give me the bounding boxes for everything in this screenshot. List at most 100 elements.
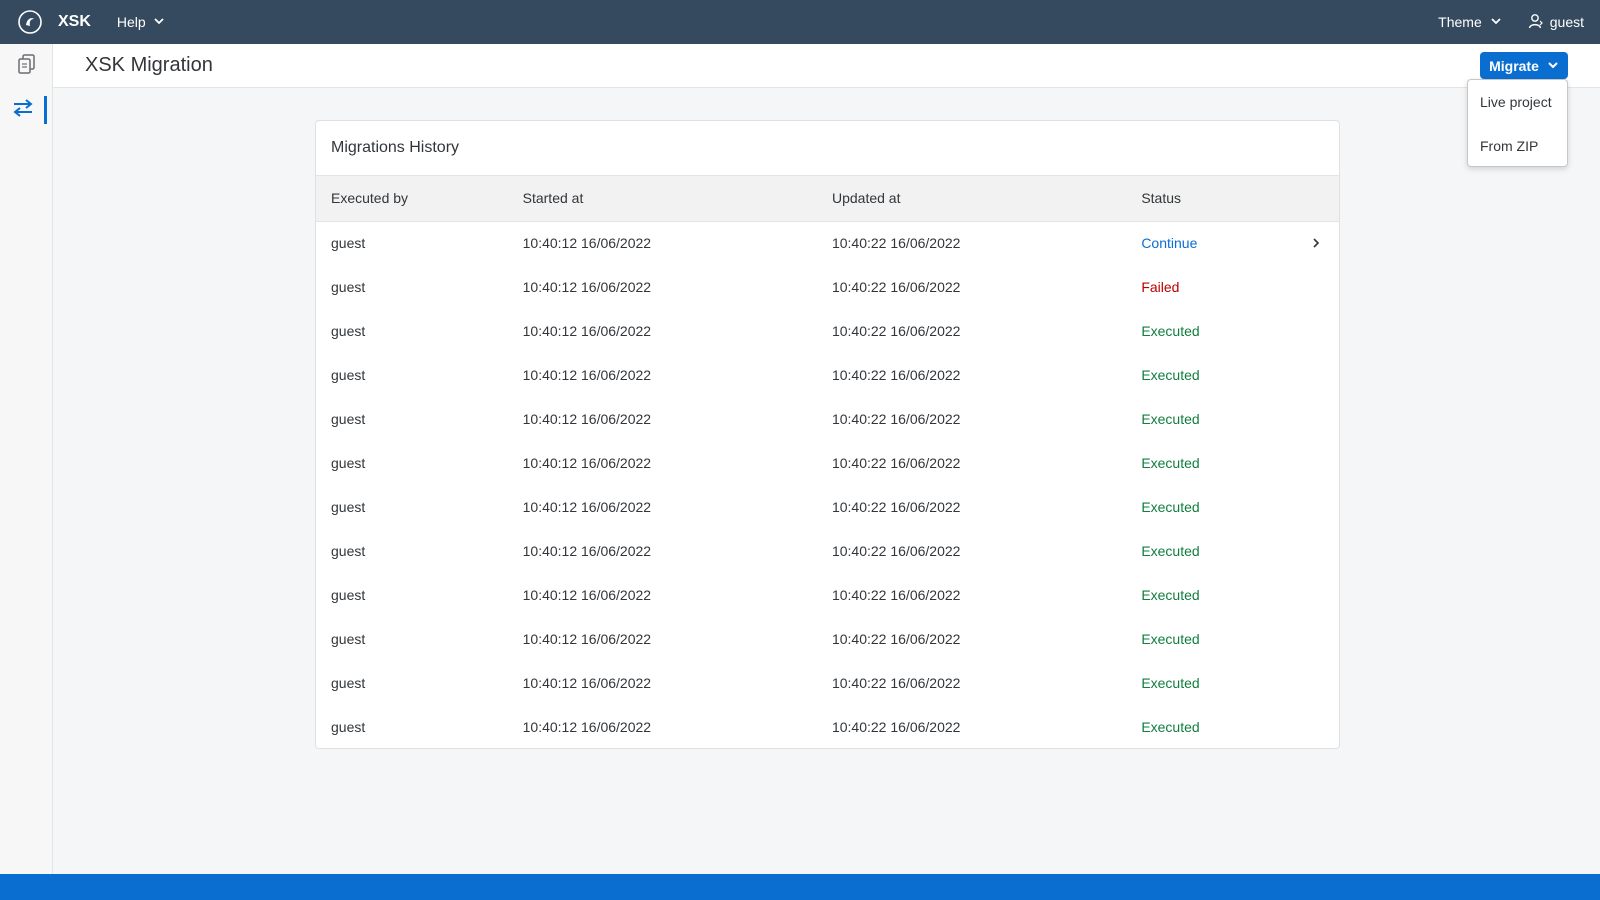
column-header-status: Status [1141,176,1311,222]
column-header-updated-at: Updated at [831,176,1142,222]
updated-at-cell: 10:40:22 16/06/2022 [831,631,961,647]
status-cell: Executed [1141,543,1200,559]
table-row: guest 10:40:12 16/06/2022 10:40:22 16/06/2… [316,441,1339,485]
started-at-cell: 10:40:12 16/06/2022 [522,499,652,515]
menu-item-from-zip[interactable]: From ZIP [1468,124,1567,168]
status-cell[interactable]: Continue [1141,221,1311,265]
updated-at-cell: 10:40:22 16/06/2022 [831,235,961,252]
migrate-label: Migrate [1489,57,1539,74]
row-nav-cell [1311,441,1339,485]
row-nav-cell [1311,617,1339,661]
status-cell: Executed [1141,587,1200,603]
chevron-down-icon [1490,14,1502,30]
shell-bar: XSK Help Theme guest [0,0,1600,44]
status-cell: Executed [1141,323,1200,339]
executed-by-cell: guest [331,719,366,735]
table-row: guest 10:40:12 16/06/2022 10:40:22 16/06/2… [316,265,1339,309]
table-row: guest 10:40:12 16/06/2022 10:40:22 16/06/2… [316,353,1339,397]
started-at-cell: 10:40:12 16/06/2022 [522,323,652,339]
updated-at-cell: 10:40:22 16/06/2022 [831,499,961,515]
column-header-started-at: Started at [522,176,832,222]
nav-item-migration[interactable] [0,88,53,132]
executed-by-cell: guest [331,631,366,647]
migrate-menu: Live project From ZIP [1467,79,1568,167]
table-row: guest 10:40:12 16/06/2022 10:40:22 16/06/2… [316,529,1339,573]
executed-by-cell: guest [331,235,366,252]
table-row: guest 10:40:12 16/06/2022 10:40:22 16/06/2… [316,705,1339,748]
updated-at-cell: 10:40:22 16/06/2022 [831,455,961,471]
started-at-cell: 10:40:12 16/06/2022 [522,631,652,647]
row-nav-cell [1311,661,1339,705]
user-menu[interactable]: guest [1528,13,1584,32]
executed-by-cell: guest [331,323,366,339]
updated-at-cell: 10:40:22 16/06/2022 [831,411,961,427]
row-nav-cell [1311,529,1339,573]
row-nav-cell [1311,353,1339,397]
migrations-history-card: Migrations History Executed by Started a… [315,120,1340,749]
updated-at-cell: 10:40:22 16/06/2022 [831,719,961,735]
executed-by-cell: guest [331,279,366,295]
status-cell: Executed [1141,499,1200,515]
executed-by-cell: guest [331,455,366,471]
migrations-table: Executed by Started at Updated at Status… [316,176,1339,748]
table-row: guest 10:40:12 16/06/2022 10:40:22 16/06/2… [316,617,1339,661]
executed-by-cell: guest [331,587,366,603]
table-header-row: Executed by Started at Updated at Status [316,176,1339,222]
row-nav-cell [1311,573,1339,617]
app-name[interactable]: XSK [58,13,91,31]
chevron-down-icon [153,14,165,30]
status-cell: Executed [1141,719,1200,735]
status-cell: Executed [1141,411,1200,427]
table-row: guest 10:40:12 16/06/2022 10:40:22 16/06/2… [316,485,1339,529]
table-row: guest 10:40:12 16/06/2022 10:40:22 16/06/2… [316,309,1339,353]
footer-bar [0,874,1600,900]
table-row[interactable]: guest 10:40:12 16/06/2022 10:40:22 16/06/2… [316,221,1339,265]
menu-item-live-project[interactable]: Live project [1468,80,1567,124]
page-title: XSK Migration [85,54,213,76]
executed-by-cell: guest [331,543,366,559]
help-label: Help [116,14,146,30]
started-at-cell: 10:40:12 16/06/2022 [522,543,652,559]
row-nav-cell [1311,397,1339,441]
started-at-cell: 10:40:12 16/06/2022 [522,719,652,735]
card-title: Migrations History [316,121,1339,176]
executed-by-cell: guest [331,675,366,691]
executed-by-cell: guest [331,367,366,383]
updated-at-cell: 10:40:22 16/06/2022 [831,323,961,339]
help-menu[interactable]: Help [117,14,165,30]
updated-at-cell: 10:40:22 16/06/2022 [831,675,961,691]
chevron-right-icon[interactable] [1311,235,1321,251]
updated-at-cell: 10:40:22 16/06/2022 [831,279,961,295]
row-nav-cell [1311,265,1339,309]
theme-menu[interactable]: Theme [1438,14,1502,30]
started-at-cell: 10:40:12 16/06/2022 [522,367,652,383]
shell-actions: Theme guest [1438,0,1584,44]
user-icon [1528,13,1544,32]
table-row: guest 10:40:12 16/06/2022 10:40:22 16/06/2… [316,397,1339,441]
user-label: guest [1549,14,1584,30]
row-nav-cell [1311,705,1339,748]
table-row: guest 10:40:12 16/06/2022 10:40:22 16/06/2… [316,661,1339,705]
migrate-button[interactable]: Migrate [1480,52,1568,79]
column-header-nav [1311,176,1339,222]
started-at-cell: 10:40:12 16/06/2022 [522,587,652,603]
nav-item-workspace[interactable] [0,44,53,88]
updated-at-cell: 10:40:22 16/06/2022 [831,587,961,603]
status-cell: Executed [1141,631,1200,647]
row-nav-cell [1311,221,1339,265]
chevron-down-icon [1547,58,1559,74]
executed-by-cell: guest [331,499,366,515]
table-row: guest 10:40:12 16/06/2022 10:40:22 16/06/2… [316,573,1339,617]
status-cell: Failed [1141,279,1180,295]
side-navigation [0,44,53,874]
page-header: XSK Migration Migrate [53,44,1600,88]
row-nav-cell [1311,309,1339,353]
app-logo-icon[interactable] [17,9,43,35]
executed-by-cell: guest [331,411,366,427]
started-at-cell: 10:40:12 16/06/2022 [522,675,652,691]
started-at-cell: 10:40:12 16/06/2022 [522,455,652,471]
row-nav-cell [1311,485,1339,529]
transfer-arrows-icon [12,97,34,124]
started-at-cell: 10:40:12 16/06/2022 [522,411,652,427]
status-cell: Executed [1141,455,1200,471]
